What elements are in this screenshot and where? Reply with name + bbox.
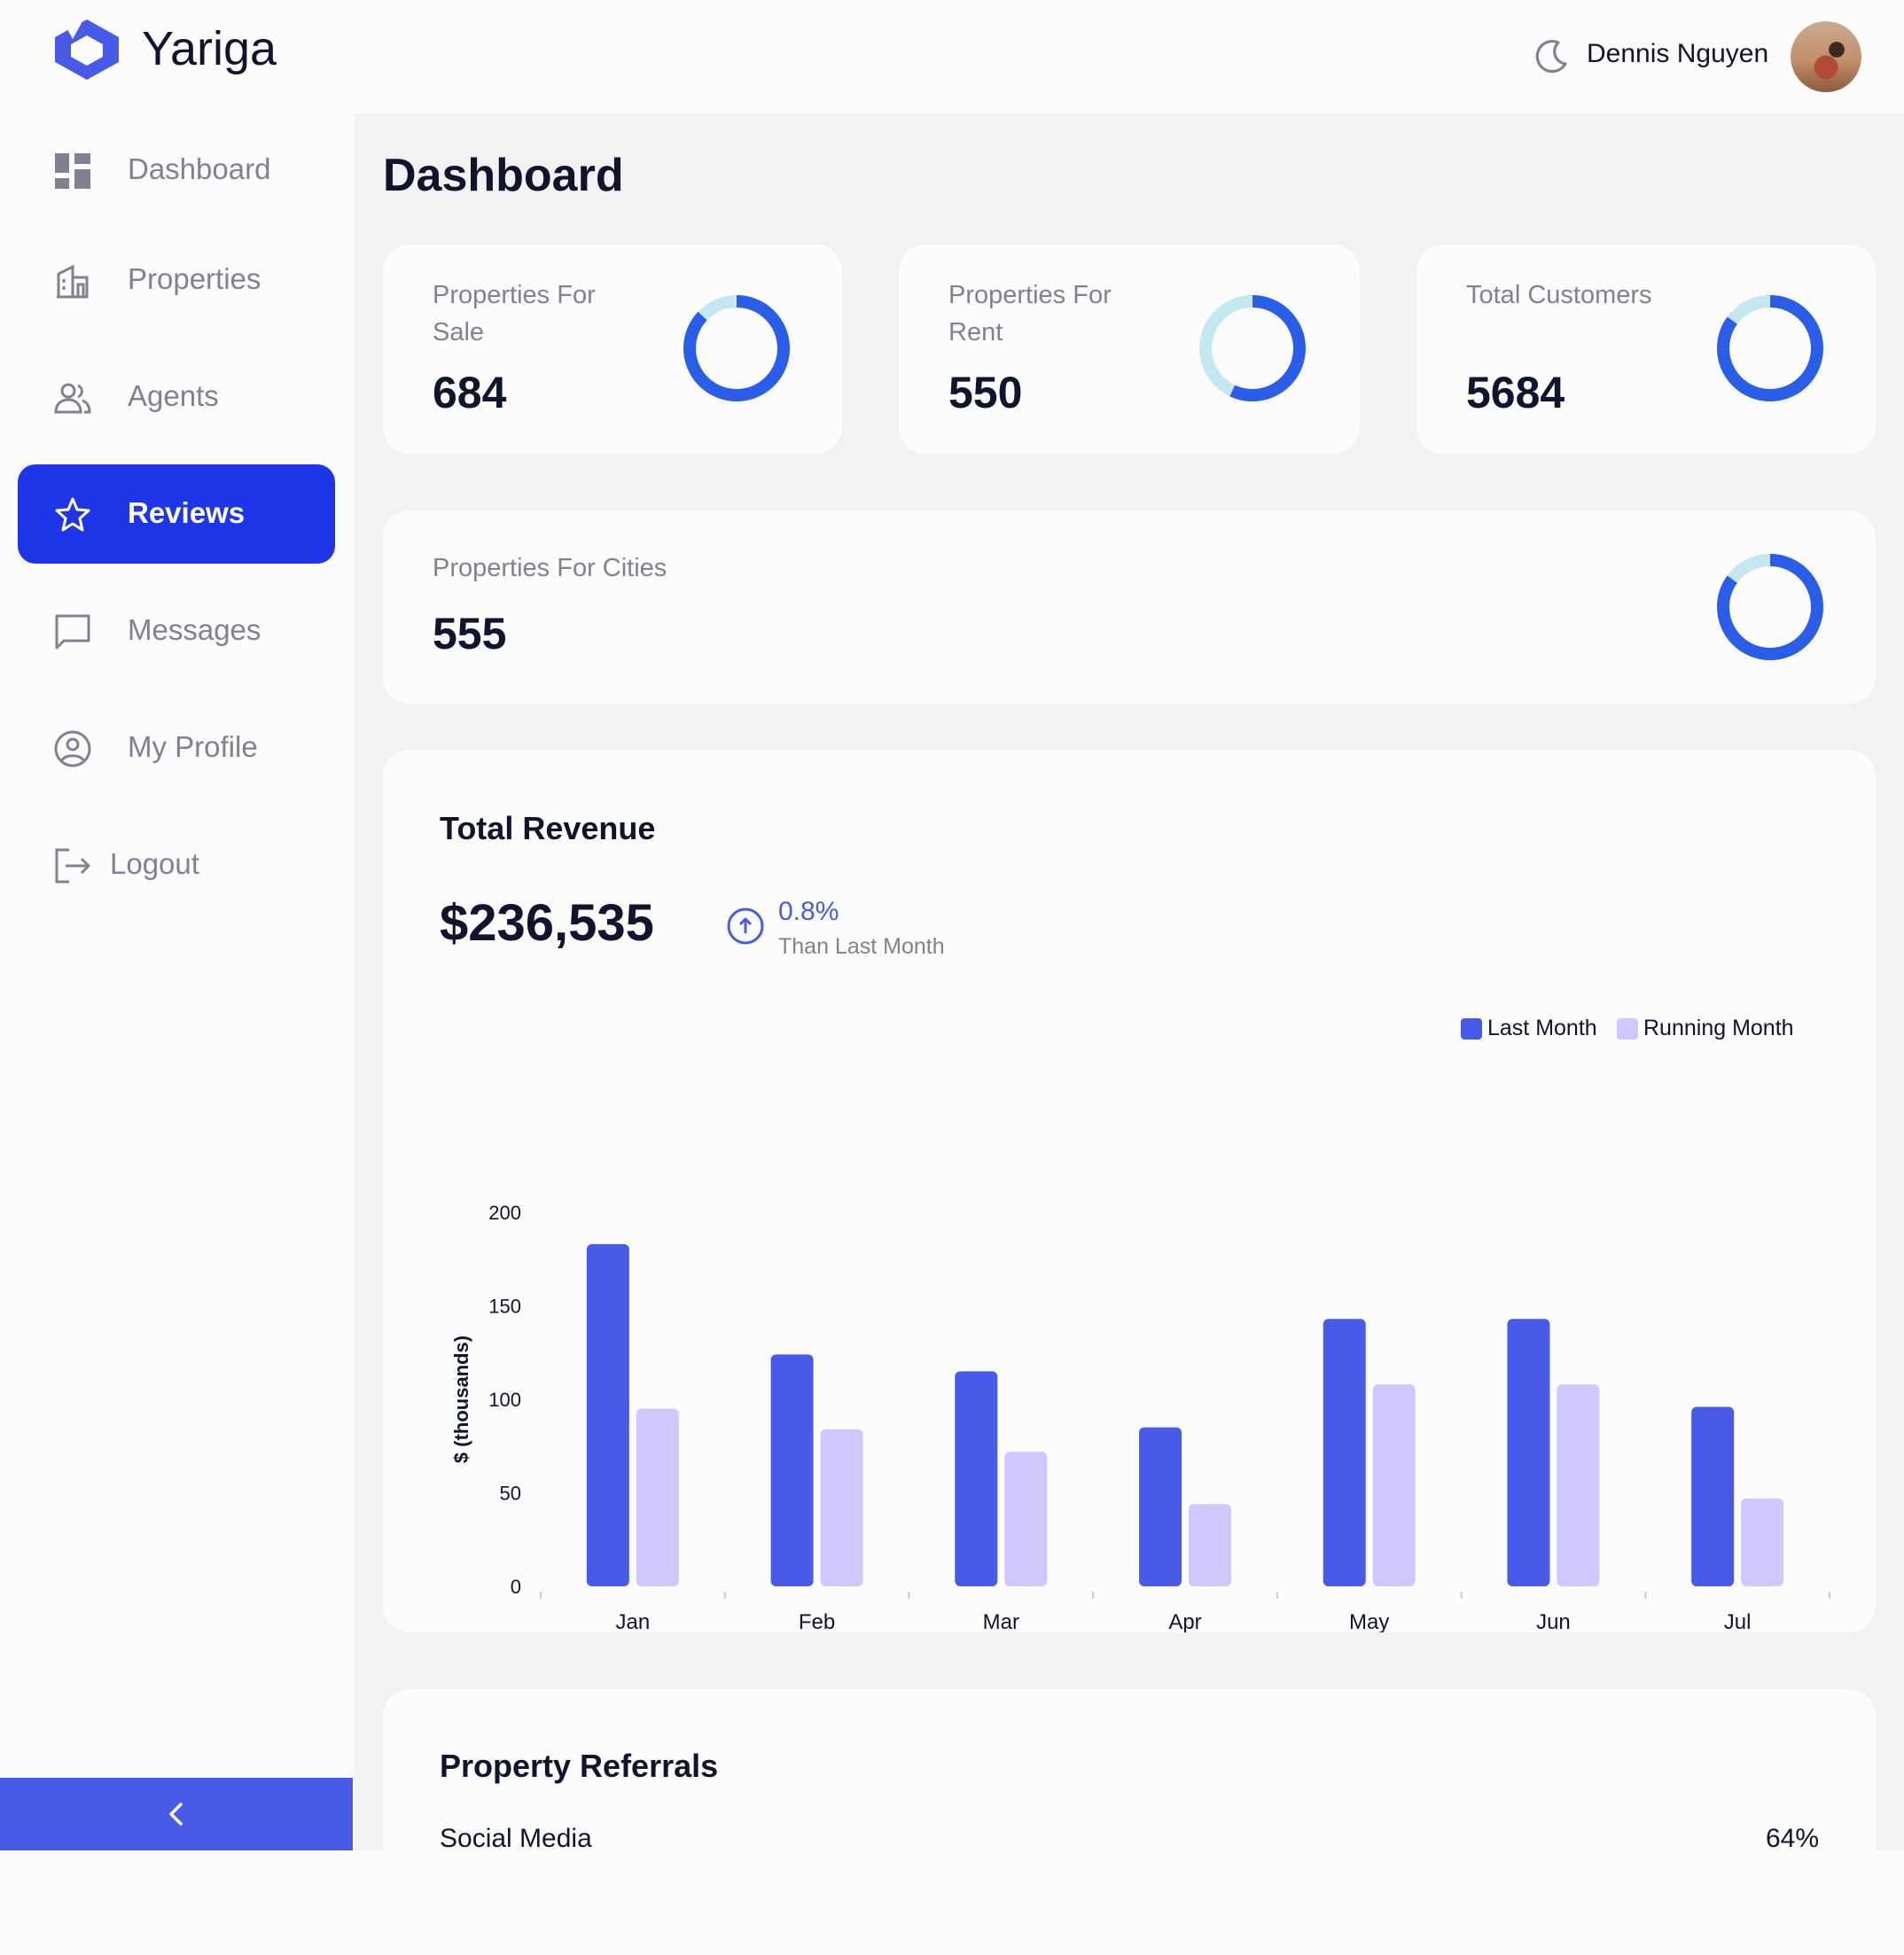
property-referrals-card: Property Referrals Social Media 64% xyxy=(383,1689,1876,1955)
logout-icon xyxy=(55,848,90,884)
sidebar: Dashboard Properties Agents Reviews Mess… xyxy=(0,113,353,1850)
y-tick-label: 150 xyxy=(488,1296,521,1318)
page-title: Dashboard xyxy=(383,150,624,201)
sidebar-item-label: Reviews xyxy=(128,496,246,529)
referral-label: Social Media xyxy=(440,1824,592,1853)
bar-last-month[interactable] xyxy=(586,1243,629,1586)
bar-running-month[interactable] xyxy=(1004,1452,1048,1586)
dashboard-icon xyxy=(55,153,90,189)
x-tick-label: Jul xyxy=(1724,1610,1752,1632)
moon-icon[interactable] xyxy=(1532,37,1571,76)
bar-running-month[interactable] xyxy=(1189,1504,1231,1586)
stat-card-sale: Properties For Sale 684 xyxy=(383,245,842,454)
stat-value: 5684 xyxy=(1466,368,1565,417)
sidebar-item-label: Properties xyxy=(128,262,261,295)
stat-value: 555 xyxy=(433,609,507,658)
user-name: Dennis Nguyen xyxy=(1587,39,1769,68)
stat-title: Properties For Rent xyxy=(948,281,1112,347)
sidebar-item-logout[interactable]: Logout xyxy=(18,815,335,915)
stat-value: 550 xyxy=(948,368,1023,417)
y-axis-label: $ (thousands) xyxy=(450,1336,472,1463)
main-content: Dashboard Properties For Sale 684 Proper… xyxy=(355,113,1904,1955)
sidebar-item-label: Dashboard xyxy=(128,152,271,185)
revenue-bar-chart: 0 50 100 150 200 $ (thousands) Jan Feb Mar Apr May… xyxy=(450,1202,1830,1632)
bar-last-month[interactable] xyxy=(955,1371,998,1586)
stat-title: Properties For Cities xyxy=(433,554,667,582)
sidebar-collapse-button[interactable] xyxy=(0,1778,353,1850)
bar-running-month[interactable] xyxy=(636,1408,679,1586)
sidebar-item-label: Logout xyxy=(110,847,199,880)
sidebar-item-my-profile[interactable]: My Profile xyxy=(18,698,335,798)
x-tick-label: Jun xyxy=(1536,1610,1571,1632)
bar-last-month[interactable] xyxy=(1507,1319,1550,1586)
bar-last-month[interactable] xyxy=(1691,1406,1735,1586)
stat-title: Total Customers xyxy=(1466,281,1652,309)
x-tick-label: Jan xyxy=(616,1610,651,1632)
sidebar-item-label: Messages xyxy=(128,613,261,646)
stat-card-rent: Properties For Rent 550 xyxy=(899,245,1360,454)
avatar[interactable] xyxy=(1791,21,1861,92)
referrals-title: Property Referrals xyxy=(440,1748,719,1784)
x-tick-label: Apr xyxy=(1168,1610,1201,1632)
people-icon xyxy=(54,383,91,414)
referral-percentage: 64% xyxy=(1765,1824,1819,1853)
donut-chart xyxy=(1199,295,1306,401)
x-tick-label: Feb xyxy=(799,1610,835,1632)
user-circle-icon xyxy=(54,730,91,767)
bar-running-month[interactable] xyxy=(1741,1498,1784,1586)
stat-card-customers: Total Customers 5684 xyxy=(1416,245,1876,454)
total-revenue-card: Total Revenue $236,535 0.8% Than Last Mo… xyxy=(383,750,1876,1632)
chevron-left-icon xyxy=(169,1803,183,1826)
stat-value: 684 xyxy=(433,368,507,417)
donut-chart xyxy=(1717,554,1823,660)
brand-name: Yariga xyxy=(142,22,277,75)
bar-last-month[interactable] xyxy=(1139,1427,1182,1586)
sidebar-item-messages[interactable]: Messages xyxy=(18,581,335,681)
bar-running-month[interactable] xyxy=(820,1429,863,1586)
sidebar-item-label: Agents xyxy=(128,379,219,412)
y-tick-label: 100 xyxy=(488,1389,521,1411)
top-header: Yariga Dennis Nguyen xyxy=(0,0,1904,113)
chat-icon xyxy=(55,614,90,650)
bar-last-month[interactable] xyxy=(1323,1319,1366,1586)
sidebar-item-reviews[interactable]: Reviews xyxy=(18,464,335,564)
sidebar-item-properties[interactable]: Properties xyxy=(18,230,335,330)
donut-chart xyxy=(1717,295,1823,401)
bar-last-month[interactable] xyxy=(770,1354,814,1586)
yariga-logo-icon[interactable] xyxy=(50,16,124,83)
stat-card-cities: Properties For Cities 555 xyxy=(383,510,1876,704)
sidebar-item-dashboard[interactable]: Dashboard xyxy=(18,121,335,220)
x-tick-label: Mar xyxy=(983,1610,1019,1632)
sidebar-item-label: My Profile xyxy=(128,730,258,763)
star-icon xyxy=(55,497,90,532)
y-tick-label: 200 xyxy=(488,1202,521,1224)
building-icon xyxy=(57,264,89,299)
stat-title: Properties For Sale xyxy=(433,281,596,347)
bar-running-month[interactable] xyxy=(1557,1384,1600,1586)
y-tick-label: 0 xyxy=(511,1576,521,1598)
y-tick-label: 50 xyxy=(500,1483,521,1505)
sidebar-item-agents[interactable]: Agents xyxy=(18,347,335,447)
x-tick-label: May xyxy=(1349,1610,1389,1632)
donut-chart xyxy=(683,295,790,401)
bar-running-month[interactable] xyxy=(1372,1384,1416,1586)
